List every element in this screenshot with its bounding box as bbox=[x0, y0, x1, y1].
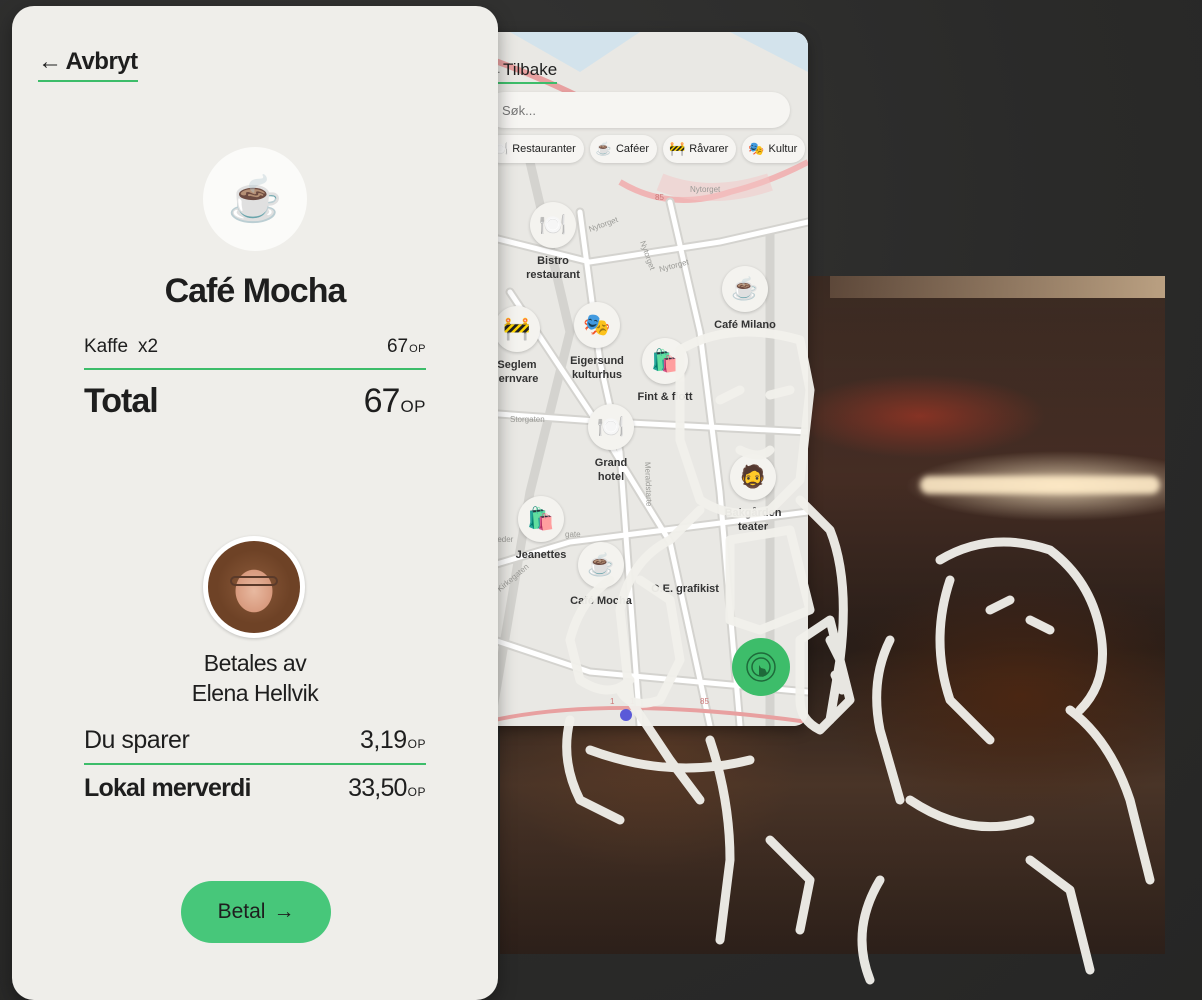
savings-row: Du sparer 3,19OP bbox=[84, 726, 426, 765]
chip-label: Råvarer bbox=[689, 143, 729, 155]
poi-label: Grand hotel bbox=[594, 457, 628, 483]
tap-hand-icon bbox=[746, 652, 776, 682]
savings-amount: 3,19 bbox=[359, 726, 407, 754]
poi-fint-og-flott[interactable]: 🛍️ Fint & flott bbox=[620, 338, 710, 404]
bearded-man-icon: 🧔 bbox=[730, 454, 776, 500]
map-search-input[interactable] bbox=[486, 92, 790, 128]
barrier-icon: 🚧 bbox=[669, 141, 686, 156]
chip-label: Restauranter bbox=[512, 143, 576, 155]
total-label: Total bbox=[84, 382, 159, 420]
coffee-icon: ☕ bbox=[722, 266, 768, 312]
total-amount: 67 bbox=[363, 382, 401, 420]
chip-cafeer[interactable]: ☕ Caféer bbox=[589, 135, 657, 163]
coffee-icon: ☕ bbox=[595, 141, 612, 156]
item-qty: x2 bbox=[138, 336, 159, 357]
street-label: Storgaten bbox=[510, 415, 545, 424]
poi-label: Café Mocha bbox=[570, 595, 632, 607]
savings-unit: OP bbox=[407, 737, 426, 751]
total-row: Total 67OP bbox=[84, 382, 426, 421]
cafe-name: Café Mocha bbox=[164, 272, 347, 310]
pay-button[interactable]: Betal → bbox=[181, 881, 331, 943]
chip-label: Kultur bbox=[768, 143, 798, 155]
pay-label: Betal bbox=[217, 900, 266, 923]
cancel-label: Avbryt bbox=[65, 48, 139, 75]
road-number: 1 bbox=[630, 697, 635, 706]
poi-label: Eigersund kulturhus bbox=[570, 355, 624, 381]
poi-bakgarden-teater[interactable]: 🧔 Bakgården teater bbox=[708, 454, 798, 534]
plate-icon: 🍽️ bbox=[588, 404, 634, 450]
item-name: Kaffe bbox=[84, 336, 129, 357]
avatar bbox=[203, 536, 305, 638]
road-number: 85 bbox=[700, 697, 709, 706]
poi-label: Fint & flott bbox=[637, 391, 693, 403]
photo-lamp bbox=[920, 476, 1160, 494]
payer-name: Elena Hellvik bbox=[191, 680, 319, 706]
theater-masks-icon: 🎭 bbox=[748, 141, 765, 156]
map-screen: Nytorget Nytorget Nytorget Nytorget Stor… bbox=[470, 32, 808, 726]
arrow-right-icon: → bbox=[273, 900, 295, 923]
photo-beam bbox=[830, 276, 1165, 298]
item-unit: OP bbox=[409, 343, 426, 355]
poi-cafe-milano[interactable]: ☕ Café Milano bbox=[700, 266, 790, 332]
local-value-row: Lokal merverdi 33,50OP bbox=[84, 774, 426, 803]
order-item-row: Kaffe x2 67OP bbox=[84, 336, 426, 370]
road-number: 1 bbox=[610, 697, 615, 706]
payer-info: Betales av Elena Hellvik bbox=[12, 648, 498, 708]
coffee-cup-icon: ☕ bbox=[203, 147, 307, 251]
poi-label: Café Milano bbox=[714, 319, 776, 331]
coffee-icon: ☕ bbox=[578, 542, 624, 588]
map-back-label: Tilbake bbox=[503, 60, 558, 79]
chip-label: Caféer bbox=[615, 143, 649, 155]
total-unit: OP bbox=[400, 397, 426, 416]
poi-label: Seglem jernvare bbox=[495, 359, 539, 385]
local-value-unit: OP bbox=[407, 785, 426, 799]
poi-cafe-mocha[interactable]: ☕ Café Mocha bbox=[556, 542, 646, 608]
shopping-bag-icon: 🛍️ bbox=[642, 338, 688, 384]
barrier-icon: 🚧 bbox=[494, 306, 540, 352]
theater-masks-icon: 🎭 bbox=[574, 302, 620, 348]
local-value-amount: 33,50 bbox=[348, 774, 407, 802]
location-marker bbox=[620, 709, 632, 721]
shopping-bag-icon: 🛍️ bbox=[518, 496, 564, 542]
category-chips: 🍽️ Restauranter ☕ Caféer 🚧 Råvarer 🎭 Kultur bbox=[486, 135, 806, 163]
plate-icon: 🍽️ bbox=[530, 202, 576, 248]
poi-label: Bakgården teater bbox=[724, 507, 782, 533]
poi-grand-hotel[interactable]: 🍽️ Grand hotel bbox=[566, 404, 656, 484]
avatar-glasses bbox=[230, 576, 278, 586]
avatar-photo bbox=[208, 541, 300, 633]
chip-ravarer[interactable]: 🚧 Råvarer bbox=[663, 135, 737, 163]
road-number: 85 bbox=[655, 193, 664, 202]
street-label: Nytorget bbox=[690, 185, 721, 194]
payer-caption: Betales av bbox=[203, 650, 307, 676]
poi-bistro-restaurant[interactable]: 🍽️ Bistro restaurant bbox=[508, 202, 598, 282]
savings-label: Du sparer bbox=[84, 726, 190, 754]
poi-label: O.E. grafikist bbox=[651, 583, 719, 595]
chip-kultur[interactable]: 🎭 Kultur bbox=[742, 135, 806, 163]
cancel-link[interactable]: ← Avbryt bbox=[38, 48, 138, 82]
payment-screen: ← Avbryt ☕ Café Mocha Kaffe x2 67OP Total … bbox=[12, 6, 498, 1000]
chip-restauranter[interactable]: 🍽️ Restauranter bbox=[486, 135, 584, 163]
poi-label: Bistro restaurant bbox=[526, 255, 580, 281]
local-value-label: Lokal merverdi bbox=[84, 774, 251, 802]
arrow-left-icon: ← bbox=[38, 48, 62, 75]
tap-hand-button[interactable] bbox=[732, 638, 790, 696]
poi-oe-grafikist[interactable]: O.E. grafikist bbox=[640, 530, 730, 596]
item-price: 67 bbox=[386, 336, 409, 357]
